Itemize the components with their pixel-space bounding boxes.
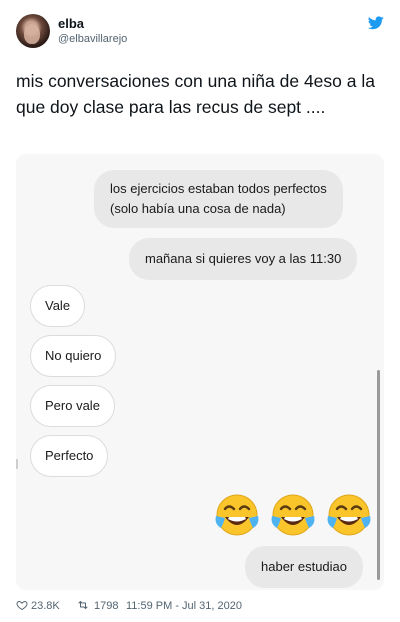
message-line: los ejercicios estaban todos perfectos — [110, 181, 327, 196]
message-line: No quiero — [45, 348, 102, 363]
tweet-text: mis conversaciones con una niña de 4eso … — [16, 71, 375, 117]
tweet-footer: 23.8K 1798 11:59 PM - Jul 31, 2020 — [16, 598, 384, 614]
face-with-tears-of-joy-icon — [327, 494, 371, 536]
heart-icon[interactable] — [16, 599, 28, 611]
message-bubble-in: No quiero — [30, 335, 117, 377]
face-with-tears-of-joy-icon — [271, 494, 315, 536]
chat-screenshot-media[interactable]: los ejercicios estaban todos perfectos (… — [16, 154, 384, 590]
face-with-tears-of-joy-icon — [215, 494, 259, 536]
message-bubble-in: Pero vale — [30, 385, 115, 427]
avatar[interactable] — [16, 14, 50, 48]
message-bubble-out: haber estudiao — [245, 546, 364, 588]
message-line: mañana si quieres voy a las 11:30 — [145, 251, 342, 266]
emoji-message — [214, 492, 374, 538]
timestamp[interactable]: 11:59 PM - Jul 31, 2020 — [126, 600, 242, 612]
message-bubble-in: Perfecto — [30, 435, 109, 477]
author-name[interactable]: elba — [58, 16, 84, 31]
message-line: Vale — [45, 298, 71, 313]
message-bubble-out: los ejercicios estaban todos perfectos (… — [94, 170, 343, 228]
like-count[interactable]: 23.8K — [31, 600, 60, 612]
retweet-icon[interactable] — [76, 599, 90, 611]
author-handle[interactable]: @elbavillarejo — [58, 33, 127, 45]
message-line: (solo había una cosa de nada) — [110, 201, 286, 216]
message-line: Perfecto — [45, 448, 94, 463]
message-line: Pero vale — [45, 398, 100, 413]
retweet-count[interactable]: 1798 — [94, 600, 118, 612]
scrollbar[interactable] — [377, 370, 380, 580]
tweet-header: elba @elbavillarejo — [16, 14, 384, 54]
message-line: haber estudiao — [261, 559, 348, 574]
twitter-bird-icon[interactable] — [368, 16, 384, 30]
divider — [16, 459, 18, 469]
message-bubble-out: mañana si quieres voy a las 11:30 — [129, 238, 358, 280]
message-bubble-in: Vale — [30, 285, 86, 327]
